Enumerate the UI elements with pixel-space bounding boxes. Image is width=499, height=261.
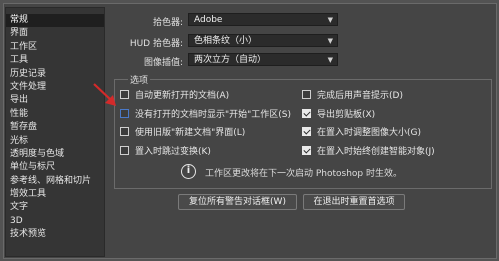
sidebar-item-plugins[interactable]: 增效工具	[6, 188, 104, 201]
skip-transform-checkbox[interactable]	[120, 146, 129, 155]
auto-update-option[interactable]: 自动更新打开的文档(A)	[120, 88, 229, 101]
auto-update-label: 自动更新打开的文档(A)	[135, 91, 230, 101]
sidebar-item-general[interactable]: 常规	[6, 14, 104, 28]
image-interpolation-label: 图像插值:	[143, 58, 183, 68]
sidebar-item-type[interactable]: 文字	[6, 201, 104, 214]
reset-warnings-button[interactable]: 复位所有警告对话框(W)	[178, 194, 297, 210]
show-start-workspace-checkbox[interactable]	[120, 109, 129, 118]
sidebar-item-transparency[interactable]: 透明度与色域	[6, 148, 104, 161]
sidebar-item-interface[interactable]: 界面	[6, 27, 104, 40]
color-picker-label: 拾色器:	[152, 18, 183, 28]
sidebar-item-units-rulers[interactable]: 单位与标尺	[6, 161, 104, 174]
image-interpolation-select[interactable]: 两次立方（自动） ▼	[188, 53, 338, 66]
resize-on-place-option[interactable]: 在置入时调整图像大小(G)	[302, 125, 421, 138]
skip-transform-label: 置入时跳过变换(K)	[135, 147, 211, 157]
export-clipboard-label: 导出剪贴板(X)	[317, 110, 376, 120]
sidebar-item-workspace[interactable]: 工作区	[6, 41, 104, 54]
image-interpolation-value: 两次立方（自动）	[194, 55, 267, 65]
sidebar-item-tools[interactable]: 工具	[6, 54, 104, 67]
show-start-workspace-option[interactable]: 没有打开的文档时显示"开始"工作区(S)	[120, 107, 291, 120]
smart-objects-label: 在置入时始终创建智能对象(J)	[317, 147, 435, 157]
sidebar-item-scratch-disks[interactable]: 暂存盘	[6, 121, 104, 134]
reset-preferences-on-quit-button[interactable]: 在退出时重置首选项	[303, 194, 405, 210]
beep-option[interactable]: 完成后用声音提示(D)	[302, 88, 403, 101]
resize-on-place-label: 在置入时调整图像大小(G)	[317, 128, 421, 138]
options-group-title: 选项	[128, 73, 151, 86]
chevron-down-icon: ▼	[327, 56, 333, 64]
skip-transform-option[interactable]: 置入时跳过变换(K)	[120, 144, 211, 157]
preferences-sidebar: 常规 界面 工作区 工具 历史记录 文件处理 导出 性能 暂存盘 光标 透明度与…	[5, 7, 105, 257]
sidebar-item-3d[interactable]: 3D	[6, 215, 104, 228]
export-clipboard-option[interactable]: 导出剪贴板(X)	[302, 107, 375, 120]
hud-picker-label: HUD 拾色器:	[129, 39, 183, 49]
smart-objects-checkbox[interactable]	[302, 146, 311, 155]
legacy-new-doc-label: 使用旧版"新建文档"界面(L)	[135, 128, 246, 138]
resize-on-place-checkbox[interactable]	[302, 127, 311, 136]
hud-picker-value: 色相条纹（小）	[194, 36, 258, 46]
beep-label: 完成后用声音提示(D)	[317, 91, 403, 101]
workspace-change-notice: 工作区更改将在下一次启动 Photoshop 时生效。	[205, 169, 403, 179]
sidebar-item-guides-grid[interactable]: 参考线、网格和切片	[6, 175, 104, 188]
legacy-new-doc-checkbox[interactable]	[120, 127, 129, 136]
chevron-down-icon: ▼	[327, 16, 333, 24]
beep-checkbox[interactable]	[302, 90, 311, 99]
smart-objects-option[interactable]: 在置入时始终创建智能对象(J)	[302, 144, 435, 157]
sidebar-item-history[interactable]: 历史记录	[6, 68, 104, 81]
color-picker-select[interactable]: Adobe ▼	[188, 13, 338, 26]
sidebar-item-cursors[interactable]: 光标	[6, 135, 104, 148]
export-clipboard-checkbox[interactable]	[302, 109, 311, 118]
auto-update-checkbox[interactable]	[120, 90, 129, 99]
chevron-down-icon: ▼	[327, 37, 333, 45]
annotation-arrow-icon	[93, 83, 116, 106]
legacy-new-doc-option[interactable]: 使用旧版"新建文档"界面(L)	[120, 125, 245, 138]
sidebar-item-tech-previews[interactable]: 技术预览	[6, 228, 104, 241]
hud-picker-select[interactable]: 色相条纹（小） ▼	[188, 34, 338, 47]
color-picker-value: Adobe	[194, 15, 223, 25]
show-start-workspace-label: 没有打开的文档时显示"开始"工作区(S)	[135, 110, 292, 120]
info-icon: i	[181, 164, 196, 179]
